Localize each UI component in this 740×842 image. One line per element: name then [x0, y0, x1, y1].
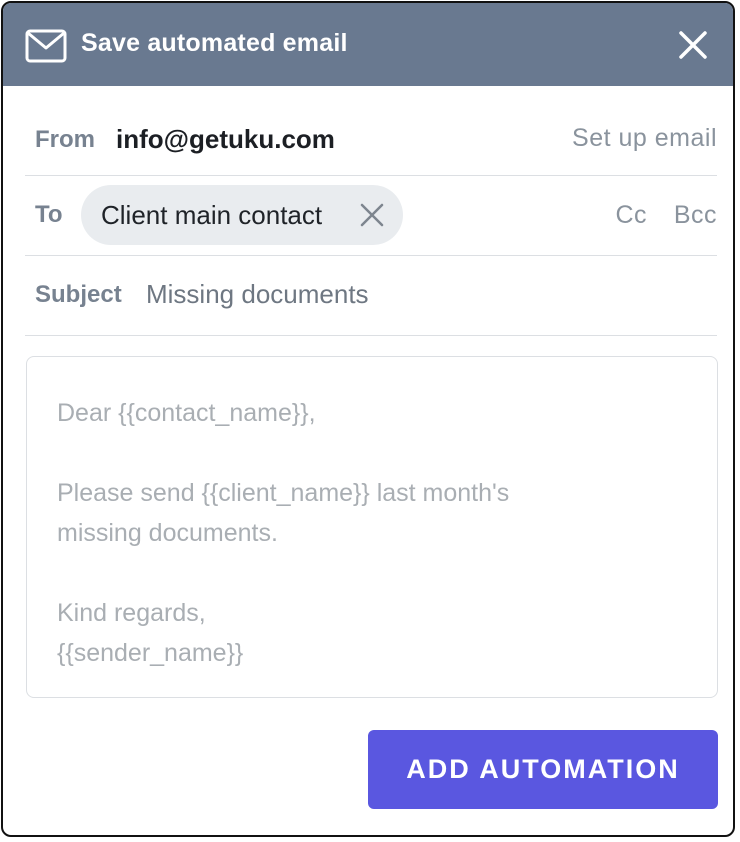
close-icon[interactable]: [677, 29, 709, 61]
set-up-email-link[interactable]: Set up email: [572, 124, 717, 153]
email-body-editor[interactable]: Dear {{contact_name}}, Please send {{cli…: [26, 356, 718, 698]
body-line: missing documents.: [57, 519, 278, 547]
body-line: Dear {{contact_name}},: [57, 399, 316, 427]
subject-input[interactable]: Missing documents: [146, 279, 369, 310]
dialog-header: Save automated email: [3, 3, 733, 86]
dialog-title: Save automated email: [81, 29, 348, 57]
mail-icon: [25, 29, 67, 63]
cc-link[interactable]: Cc: [615, 201, 647, 230]
recipient-chip-label: Client main contact: [101, 199, 323, 230]
body-line: Please send {{client_name}} last month's: [57, 479, 510, 507]
body-line: {{sender_name}}: [57, 639, 244, 667]
body-line: Kind regards,: [57, 599, 206, 627]
subject-row: Subject Missing documents: [25, 255, 717, 336]
remove-recipient-icon[interactable]: [359, 202, 385, 228]
bcc-link[interactable]: Bcc: [674, 201, 717, 230]
from-address: info@getuku.com: [116, 124, 335, 154]
body-line: [57, 553, 509, 593]
subject-label: Subject: [35, 281, 122, 308]
to-label: To: [35, 201, 63, 228]
from-label: From: [35, 126, 95, 153]
add-automation-button[interactable]: ADD AUTOMATION: [368, 730, 718, 809]
save-automated-email-dialog: Save automated email From info@getuku.co…: [1, 1, 735, 837]
from-row: From info@getuku.com Set up email: [25, 86, 717, 176]
email-body-text: Dear {{contact_name}}, Please send {{cli…: [57, 393, 509, 673]
to-row: To Client main contact Cc Bcc: [25, 175, 717, 256]
recipient-chip[interactable]: Client main contact: [81, 185, 403, 245]
body-line: [57, 433, 509, 473]
